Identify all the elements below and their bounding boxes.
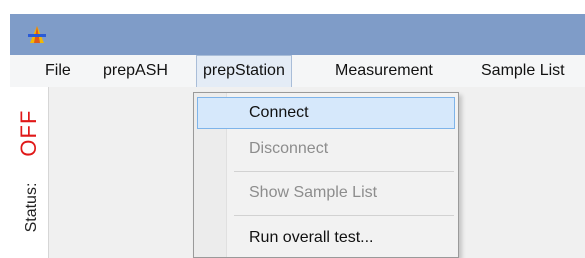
prepstation-dropdown-menu: Connect Disconnect Show Sample List Run … [193, 92, 459, 258]
run-overall-test-menu-item[interactable]: Run overall test... [197, 222, 455, 254]
status-value: OFF [16, 109, 41, 157]
disconnect-menu-item[interactable]: Disconnect [197, 133, 455, 165]
status-panel: Status: OFF [10, 87, 49, 258]
status-indicator: Status: OFF [16, 110, 42, 233]
menu-measurement[interactable]: Measurement [335, 55, 433, 87]
connect-menu-item[interactable]: Connect [197, 97, 455, 129]
menu-sample-list[interactable]: Sample List [481, 55, 565, 87]
menu-bar: File prepASH prepStation Measurement Sam… [10, 55, 585, 87]
app-logo-icon[interactable] [26, 24, 48, 46]
title-bar [10, 14, 585, 55]
menu-separator [234, 215, 454, 216]
menu-file[interactable]: File [45, 55, 71, 87]
status-label: Status: [23, 182, 40, 233]
menu-separator [234, 171, 454, 172]
menu-prepash[interactable]: prepASH [103, 55, 168, 87]
menu-prepstation[interactable]: prepStation [196, 55, 292, 87]
show-sample-list-menu-item[interactable]: Show Sample List [197, 177, 455, 209]
